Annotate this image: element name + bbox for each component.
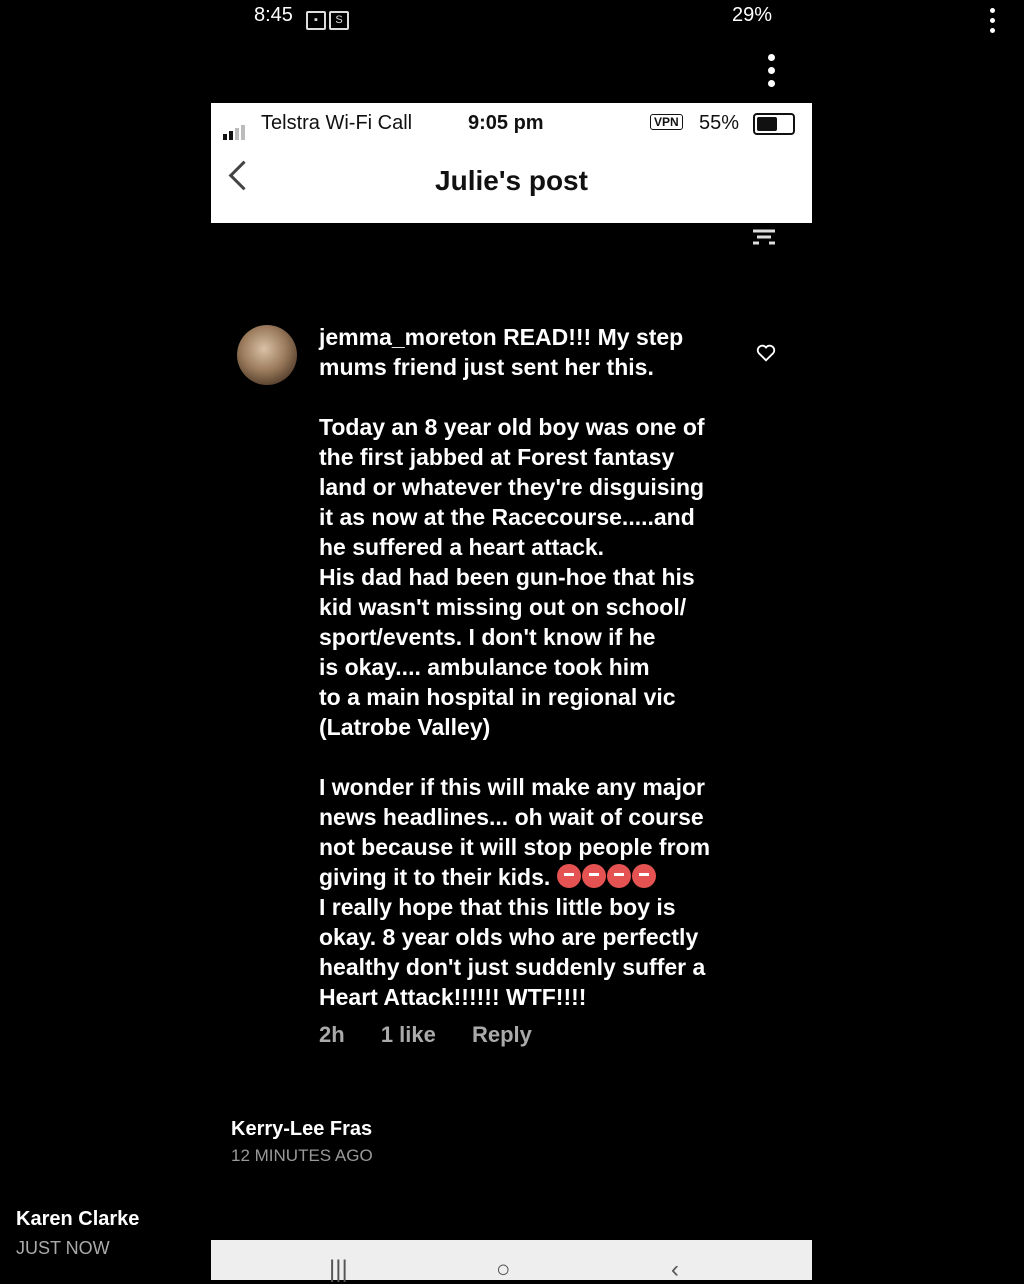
comment-username[interactable]: jemma_moreton <box>319 324 497 350</box>
reply-button[interactable]: Reply <box>472 1022 532 1047</box>
reply-author[interactable]: Kerry-Lee Fras <box>231 1118 372 1141</box>
outer-kebab-menu-icon[interactable] <box>986 8 998 38</box>
ios-clock: 9:05 pm <box>468 112 544 134</box>
avatar[interactable] <box>237 325 297 385</box>
ios-header: Telstra Wi-Fi Call 9:05 pm VPN 55% Julie… <box>211 103 812 223</box>
page-title: Julie's post <box>435 165 588 196</box>
phone-screenshot: 8:45 ▪ S 29% Telstra Wi-Fi Call 9:05 pm V… <box>211 0 812 1283</box>
angry-face-icon <box>556 864 581 888</box>
image-notification-icon: ▪ <box>306 11 326 30</box>
vpn-badge: VPN <box>650 114 683 130</box>
android-nav-bar: ||| ○ ‹ <box>211 1240 812 1283</box>
android-battery-text: 29% <box>731 4 772 26</box>
angry-emoji-icons <box>556 864 657 890</box>
carrier-label: Telstra Wi-Fi Call <box>261 112 413 134</box>
ios-status-bar: Telstra Wi-Fi Call 9:05 pm VPN 55% <box>211 103 812 143</box>
signal-icon <box>223 117 247 140</box>
battery-percent: 55% <box>699 112 740 134</box>
comment-meta: 2h 1 like Reply <box>319 1022 562 1048</box>
angry-face-icon <box>631 864 656 888</box>
notification-icons: ▪ S <box>306 6 352 30</box>
reply-timestamp: 12 MINUTES AGO <box>231 1146 373 1165</box>
filter-icon[interactable] <box>749 228 779 246</box>
android-status-bar: 8:45 ▪ S 29% <box>211 0 812 32</box>
angry-face-icon <box>606 864 631 888</box>
angry-face-icon <box>581 864 606 888</box>
comment-age: 2h <box>319 1022 345 1047</box>
inner-kebab-menu-icon[interactable] <box>766 54 776 93</box>
s-notification-icon: S <box>329 11 349 30</box>
outer-author-name[interactable]: Karen Clarke <box>16 1208 139 1231</box>
comment-likes[interactable]: 1 like <box>381 1022 436 1047</box>
comment-text: READ!!! My step mums friend just sent he… <box>319 324 711 890</box>
heart-icon[interactable] <box>755 342 777 364</box>
outer-timestamp: JUST NOW <box>16 1238 110 1258</box>
android-clock: 8:45 <box>254 4 293 26</box>
comment-text-end: I really hope that this little boy is ok… <box>319 894 706 1010</box>
comment-body: jemma_moreton READ!!! My step mums frien… <box>319 322 739 1012</box>
battery-icon <box>753 113 795 135</box>
